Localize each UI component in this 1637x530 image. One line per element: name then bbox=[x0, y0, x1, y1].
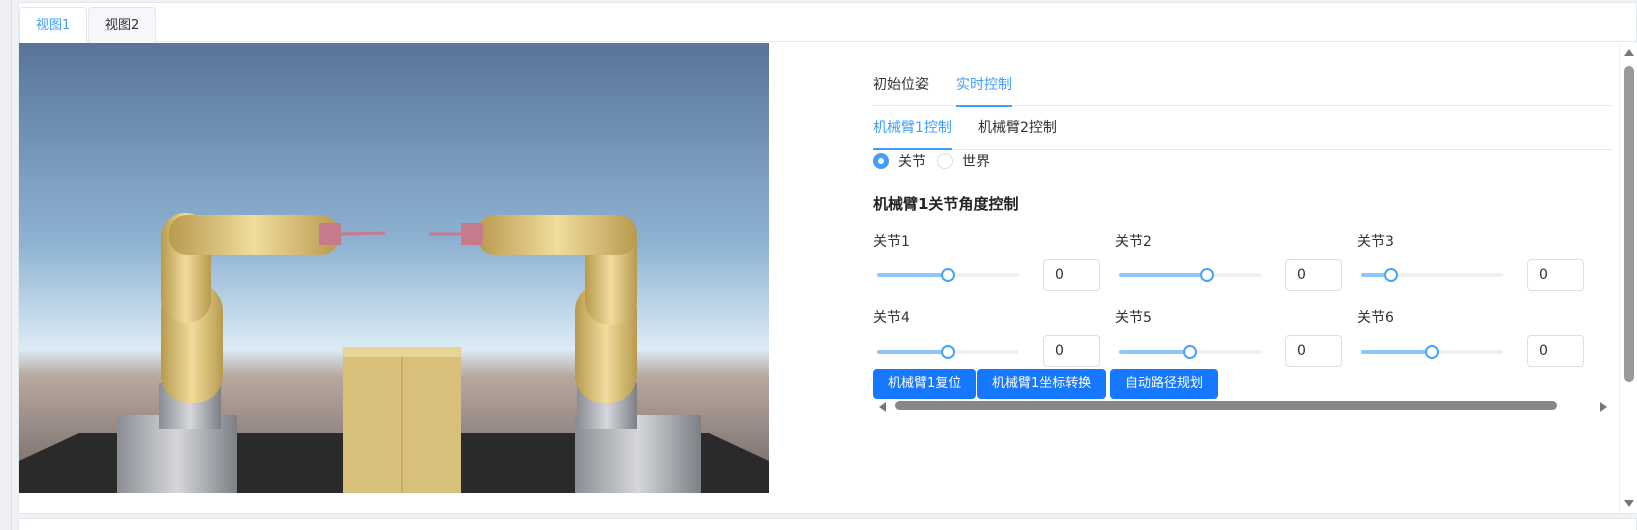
tab-view-2[interactable]: 视图2 bbox=[88, 7, 157, 43]
slider-fill bbox=[877, 273, 948, 277]
3d-viewport[interactable] bbox=[19, 43, 803, 513]
joint-5-label: 关节5 bbox=[1115, 310, 1152, 326]
workpiece-box bbox=[343, 347, 461, 493]
slider-handle[interactable] bbox=[1383, 268, 1398, 282]
slider-fill bbox=[1361, 350, 1432, 354]
slider-handle[interactable] bbox=[941, 345, 955, 359]
arm1-reset-button[interactable]: 机械臂1复位 bbox=[873, 369, 977, 399]
app-window: 视图1 视图2 初始位姿 实时控制 机械臂1控制 机械臂2控制 关节 世界 机械… bbox=[0, 0, 1637, 530]
scroll-up-arrow-icon[interactable] bbox=[1624, 49, 1634, 56]
joint-2-slider[interactable] bbox=[1119, 267, 1261, 283]
vertical-scrollbar[interactable] bbox=[1619, 43, 1637, 513]
joint-6-input[interactable] bbox=[1527, 335, 1584, 367]
joint-6-slider[interactable] bbox=[1361, 344, 1503, 360]
joint-5-slider[interactable] bbox=[1119, 344, 1261, 360]
slider-fill bbox=[877, 350, 948, 354]
joint-4-label: 关节4 bbox=[873, 310, 910, 326]
scrollbar-thumb[interactable] bbox=[1624, 66, 1634, 382]
robot-scene-render bbox=[19, 43, 769, 493]
scroll-down-arrow-icon[interactable] bbox=[1624, 500, 1634, 507]
radio-joint-label: 关节 bbox=[898, 154, 926, 170]
slider-handle[interactable] bbox=[1425, 345, 1439, 359]
tab-initial-pose[interactable]: 初始位姿 bbox=[873, 65, 929, 106]
joint-2-label: 关节2 bbox=[1115, 234, 1152, 250]
control-panel: 初始位姿 实时控制 机械臂1控制 机械臂2控制 关节 世界 机械臂1关节角度控制 bbox=[803, 43, 1619, 513]
joint-4-input[interactable] bbox=[1043, 335, 1100, 367]
slider-fill bbox=[1119, 273, 1208, 277]
slider-handle[interactable] bbox=[1200, 268, 1215, 282]
scroll-left-arrow-icon[interactable] bbox=[879, 402, 886, 412]
bottom-card bbox=[18, 518, 1637, 530]
horizontal-scrollbar[interactable] bbox=[873, 399, 1613, 413]
view-tabs: 视图1 视图2 bbox=[19, 3, 1636, 44]
slider-handle[interactable] bbox=[1183, 345, 1197, 359]
auto-path-planning-button[interactable]: 自动路径规划 bbox=[1110, 369, 1219, 399]
joint-3-input[interactable] bbox=[1527, 259, 1584, 291]
tab-arm2-control[interactable]: 机械臂2控制 bbox=[978, 108, 1057, 149]
arm-tabs: 机械臂1控制 机械臂2控制 bbox=[873, 108, 1613, 150]
radio-world-label: 世界 bbox=[962, 154, 990, 170]
joint-3-label: 关节3 bbox=[1357, 234, 1394, 250]
tab-view-1[interactable]: 视图1 bbox=[19, 7, 88, 44]
scroll-right-arrow-icon[interactable] bbox=[1600, 402, 1607, 412]
radio-world[interactable]: 世界 bbox=[937, 151, 990, 171]
joint-2-input[interactable] bbox=[1285, 259, 1342, 291]
slider-fill bbox=[1119, 350, 1190, 354]
radio-joint[interactable]: 关节 bbox=[873, 151, 926, 171]
tab-arm1-control[interactable]: 机械臂1控制 bbox=[873, 108, 952, 150]
radio-world-indicator bbox=[937, 153, 953, 169]
scrollbar-thumb[interactable] bbox=[895, 401, 1557, 410]
arm1-coordinate-transform-button[interactable]: 机械臂1坐标转换 bbox=[977, 369, 1107, 399]
slider-handle[interactable] bbox=[941, 268, 955, 282]
joint-1-slider[interactable] bbox=[877, 267, 1019, 283]
joint-4-slider[interactable] bbox=[877, 344, 1019, 360]
view-card: 视图1 视图2 初始位姿 实时控制 机械臂1控制 机械臂2控制 关节 世界 机械… bbox=[18, 2, 1637, 514]
joint-1-label: 关节1 bbox=[873, 234, 910, 250]
joint-1-input[interactable] bbox=[1043, 259, 1100, 291]
joint-5-input[interactable] bbox=[1285, 335, 1342, 367]
mode-tabs: 初始位姿 实时控制 bbox=[873, 65, 1613, 107]
radio-joint-indicator bbox=[873, 153, 889, 169]
section-title: 机械臂1关节角度控制 bbox=[873, 195, 1019, 213]
joint-3-slider[interactable] bbox=[1361, 267, 1503, 283]
joint-6-label: 关节6 bbox=[1357, 310, 1394, 326]
left-sidebar-edge bbox=[0, 0, 12, 530]
tab-realtime-control[interactable]: 实时控制 bbox=[956, 65, 1012, 107]
